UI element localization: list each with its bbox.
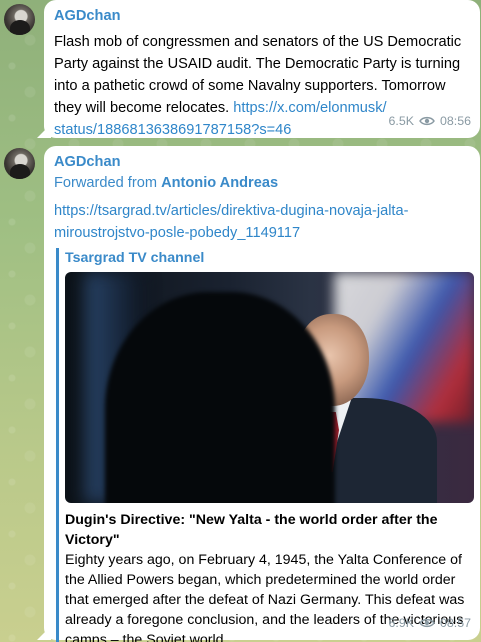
link-part-1: https://x.com/elonmusk/ [233,100,387,116]
view-count: 6.9K [388,616,414,630]
link-part-2: miroustrojstvo-posle-pobedy_1149117 [54,225,301,241]
link-part-2: status/1886813638691787158?s=46 [54,122,292,138]
preview-image[interactable] [65,272,474,503]
message-meta: 6.5K 08:56 [388,110,471,132]
link-part-1: https://tsargrad.tv/articles/direktiva-d… [54,203,409,219]
article-link[interactable]: https://tsargrad.tv/articles/direktiva-d… [54,203,408,241]
message-text: https://tsargrad.tv/articles/direktiva-d… [54,200,470,244]
views-eye-icon [419,116,435,126]
sender-name[interactable]: AGDchan [54,152,470,172]
image-silhouette [105,292,335,503]
message-bubble[interactable]: AGDchan Flash mob of congressmen and sen… [44,0,480,138]
avatar[interactable] [4,4,35,35]
message-time: 08:57 [439,616,471,630]
view-count: 6.5K [388,114,414,128]
sender-name[interactable]: AGDchan [54,6,470,26]
views-eye-icon [419,618,435,628]
forwarded-source[interactable]: Antonio Andreas [161,175,278,191]
avatar[interactable] [4,148,35,179]
link-preview[interactable]: Tsargrad TV channel Dugin's Directive: "… [56,248,474,642]
forwarded-header[interactable]: Forwarded from Antonio Andreas [54,172,470,194]
message-time: 08:56 [439,114,471,128]
message-meta: 6.9K 08:57 [388,612,471,634]
preview-title: Dugin's Directive: "New Yalta - the worl… [65,512,438,548]
forwarded-prefix: Forwarded from [54,175,162,191]
preview-site-name: Tsargrad TV channel [65,250,205,266]
message-bubble[interactable]: AGDchan Forwarded from Antonio Andreas h… [44,146,480,642]
